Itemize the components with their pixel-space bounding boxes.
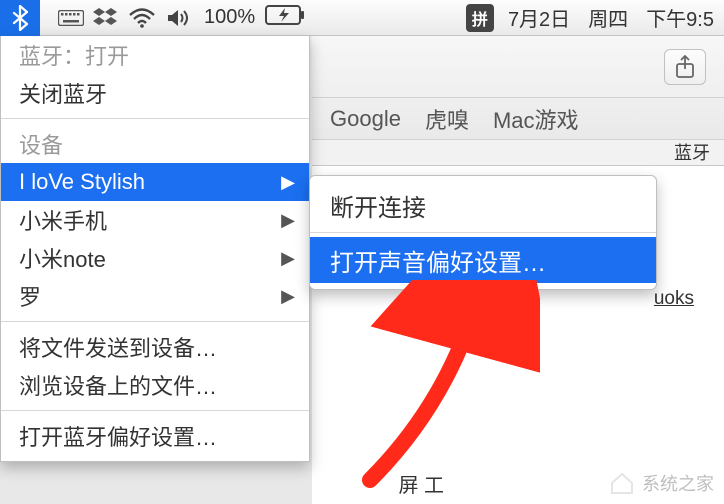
watermark: 系统之家	[608, 470, 714, 496]
submenu-arrow-icon: ▶	[281, 172, 295, 193]
bt-device-xiaomi-phone[interactable]: 小米手机 ▶	[1, 201, 309, 239]
submenu-open-sound-prefs[interactable]: 打开声音偏好设置…	[310, 237, 656, 283]
submenu-sound-prefs-label: 打开声音偏好设置…	[330, 243, 546, 278]
submenu-disconnect[interactable]: 断开连接	[310, 182, 656, 228]
input-method-icon[interactable]: 拼	[466, 4, 494, 32]
menu-separator	[1, 118, 309, 119]
bt-send-files-label: 将文件发送到设备…	[19, 331, 217, 363]
bt-device-luo[interactable]: 罗 ▶	[1, 277, 309, 315]
battery-icon[interactable]	[265, 5, 305, 30]
bt-device-label: 小米手机	[19, 204, 107, 236]
battery-percent[interactable]: 100%	[200, 6, 259, 29]
bookmark-macgame[interactable]: Mac游戏	[493, 103, 579, 135]
bt-device-stylish[interactable]: I loVe Stylish ▶	[1, 163, 309, 201]
bt-browse-files-label: 浏览设备上的文件…	[19, 369, 217, 401]
page-link-fragment[interactable]: uoks	[654, 288, 694, 310]
menubar-time[interactable]: 下午9:5	[642, 3, 718, 32]
bt-status-row: 蓝牙：打开	[1, 36, 309, 74]
submenu-arrow-icon: ▶	[281, 210, 295, 231]
share-icon	[675, 55, 695, 79]
house-icon	[608, 471, 636, 495]
bookmark-huxiu[interactable]: 虎嗅	[425, 103, 469, 135]
bt-device-xiaomi-note[interactable]: 小米note ▶	[1, 239, 309, 277]
menu-separator	[310, 232, 656, 233]
bt-devices-header-label: 设备	[19, 128, 63, 160]
bt-devices-header: 设备	[1, 125, 309, 163]
submenu-disconnect-label: 断开连接	[330, 188, 426, 223]
tab-title-fragment[interactable]: 蓝牙	[674, 143, 710, 163]
menubar-weekday[interactable]: 周四	[584, 3, 632, 32]
share-button[interactable]	[664, 49, 706, 85]
bt-status-label: 蓝牙：打开	[19, 39, 129, 71]
bt-open-prefs-label: 打开蓝牙偏好设置…	[19, 420, 217, 452]
browser-toolbar	[312, 36, 724, 98]
wifi-icon[interactable]	[122, 0, 162, 36]
browser-toolbar-area: Google 虎嗅 Mac游戏 蓝牙	[312, 36, 724, 166]
bt-device-label: I loVe Stylish	[19, 169, 145, 195]
tab-strip: 蓝牙	[312, 139, 724, 165]
bookmark-google[interactable]: Google	[330, 106, 401, 132]
bookmarks-bar: Google 虎嗅 Mac游戏	[312, 98, 724, 140]
menubar: 100% 拼 7月2日 周四 下午9:5	[0, 0, 724, 36]
bluetooth-icon	[11, 5, 29, 31]
bt-turnoff-row[interactable]: 关闭蓝牙	[1, 74, 309, 112]
bt-device-label: 小米note	[19, 242, 106, 274]
menu-separator	[1, 410, 309, 411]
submenu-arrow-icon: ▶	[281, 286, 295, 307]
submenu-arrow-icon: ▶	[281, 248, 295, 269]
bt-browse-files[interactable]: 浏览设备上的文件…	[1, 366, 309, 404]
bluetooth-dropdown: 蓝牙：打开 关闭蓝牙 设备 I loVe Stylish ▶ 小米手机 ▶ 小米…	[0, 36, 310, 462]
bluetooth-menu-icon[interactable]	[0, 0, 40, 36]
bt-device-label: 罗	[19, 280, 41, 312]
keyboard-icon[interactable]	[54, 0, 88, 36]
menubar-date[interactable]: 7月2日	[504, 3, 574, 32]
watermark-text: 系统之家	[642, 470, 714, 496]
bt-device-submenu: 断开连接 打开声音偏好设置…	[309, 175, 657, 290]
menu-separator	[1, 321, 309, 322]
volume-icon[interactable]	[162, 0, 198, 36]
bt-turnoff-label: 关闭蓝牙	[19, 77, 107, 109]
bt-send-files[interactable]: 将文件发送到设备…	[1, 328, 309, 366]
bt-open-prefs[interactable]: 打开蓝牙偏好设置…	[1, 417, 309, 455]
partial-text: 屏 工	[398, 469, 444, 498]
dropbox-icon[interactable]	[88, 0, 122, 36]
